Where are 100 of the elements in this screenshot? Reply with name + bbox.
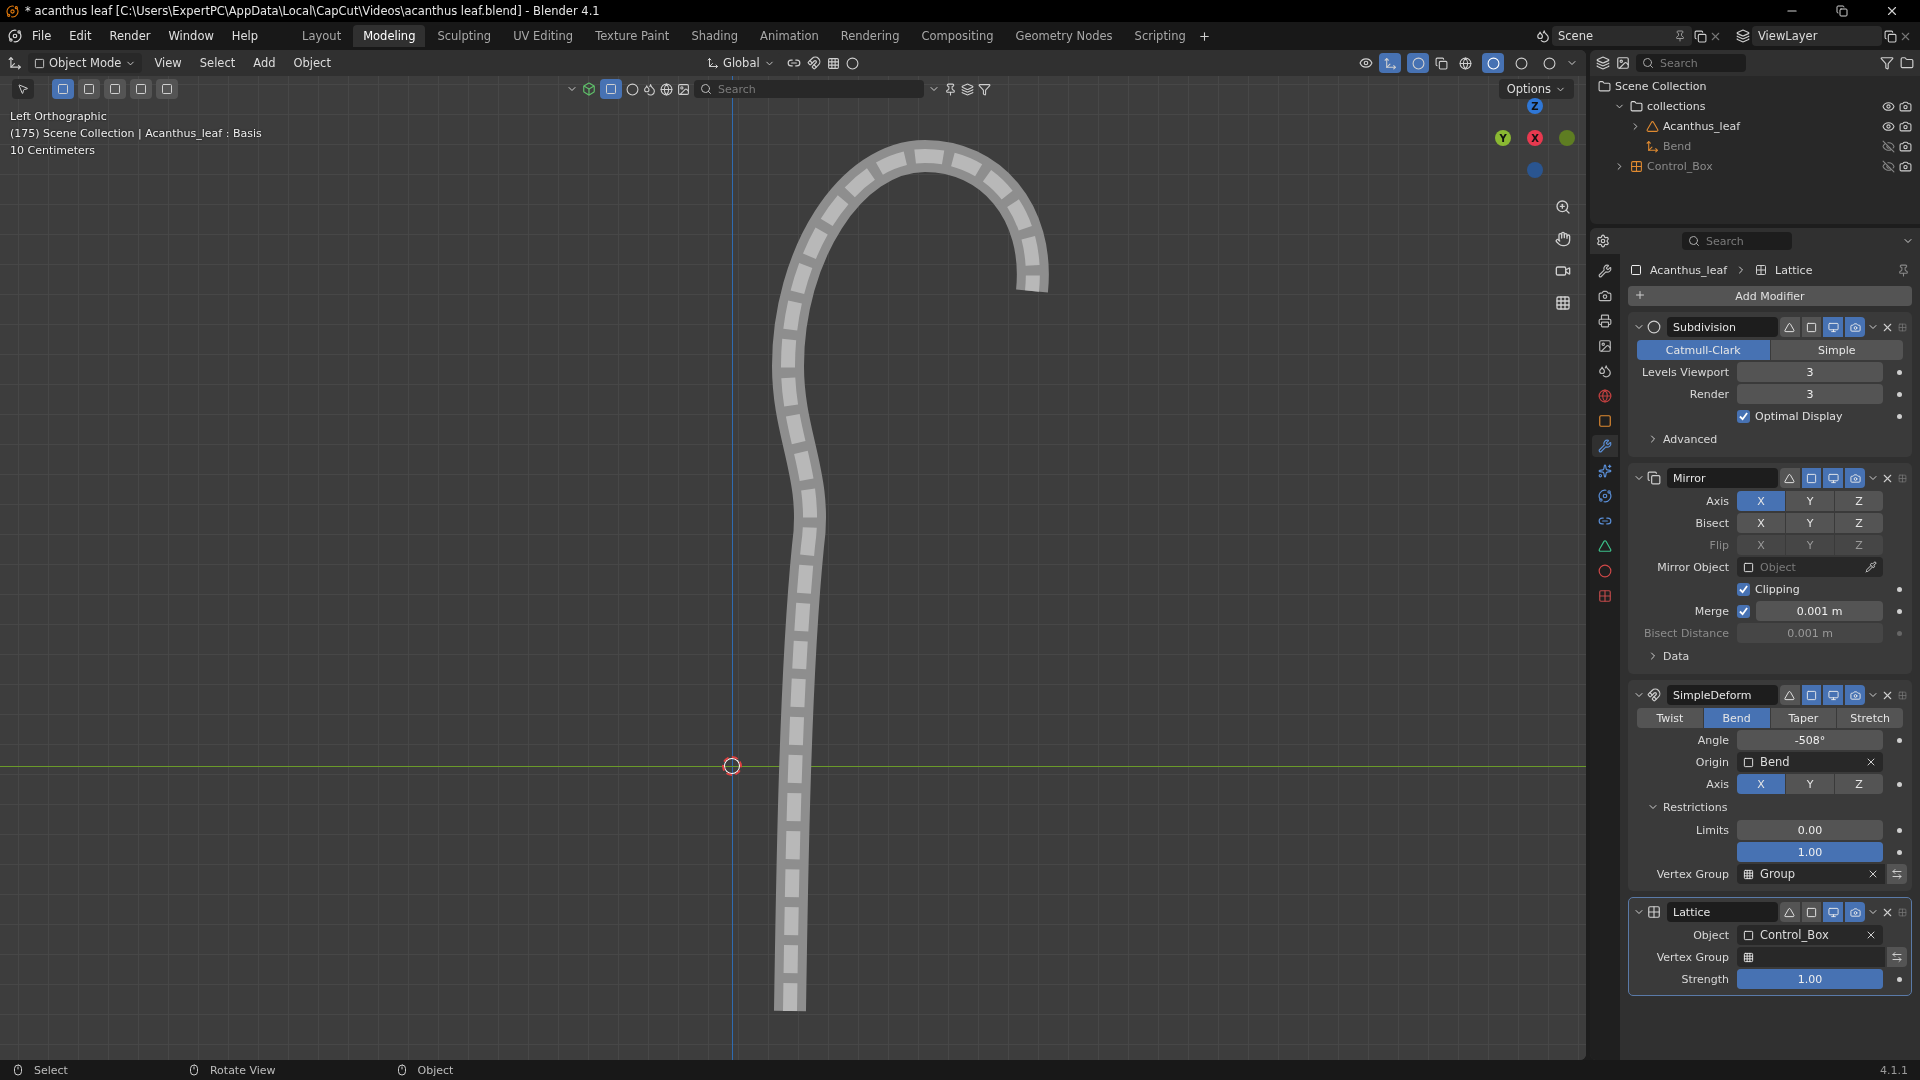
- keyframe-dot[interactable]: [1896, 369, 1902, 375]
- axis-handle[interactable]: X: [1527, 130, 1543, 146]
- toggle-option[interactable]: Stretch: [1837, 708, 1903, 728]
- select-mode-button[interactable]: [130, 79, 152, 99]
- checkbox[interactable]: Clipping: [1737, 582, 1883, 596]
- checkbox[interactable]: Optimal Display: [1737, 409, 1883, 423]
- toggle-option[interactable]: X: [1737, 513, 1786, 533]
- menu-item[interactable]: Edit: [61, 26, 100, 46]
- outliner-item[interactable]: Acanthus_leaf: [1663, 119, 1741, 133]
- axis-handle[interactable]: [1559, 130, 1575, 146]
- eye-icon[interactable]: [1882, 99, 1895, 113]
- object-field[interactable]: Object: [1737, 557, 1883, 577]
- workspace-tab[interactable]: Geometry Nodes: [1005, 25, 1123, 47]
- edit-mode-toggle[interactable]: [1801, 468, 1822, 488]
- keyframe-dot[interactable]: [1896, 586, 1902, 592]
- edit-mode-toggle[interactable]: [1801, 317, 1822, 337]
- filter-icon[interactable]: [978, 82, 991, 96]
- on-cage-toggle[interactable]: [1779, 685, 1800, 705]
- select-mode-button[interactable]: [52, 79, 74, 99]
- vertex-group-field[interactable]: [1737, 947, 1885, 967]
- viewport-toggle[interactable]: [1823, 317, 1844, 337]
- view-layer-field[interactable]: ViewLayer: [1752, 26, 1882, 46]
- solid-shading-button[interactable]: [1482, 53, 1504, 73]
- add-modifier-button[interactable]: Add Modifier: [1628, 286, 1912, 306]
- zoom-icon[interactable]: [1555, 199, 1571, 215]
- modifier-name-field[interactable]: Subdivision: [1667, 317, 1778, 337]
- invert-button[interactable]: [1887, 947, 1907, 967]
- grid-icon[interactable]: [1555, 295, 1571, 311]
- workspace-tab[interactable]: Modeling: [353, 25, 426, 47]
- number-field[interactable]: 0.001 m: [1756, 601, 1883, 621]
- mode-dropdown[interactable]: Object Mode: [28, 53, 143, 73]
- render-toggle[interactable]: [1845, 685, 1865, 705]
- keyframe-dot[interactable]: [1896, 827, 1902, 833]
- visibility-icon[interactable]: [1359, 56, 1373, 70]
- copy-icon[interactable]: [1694, 29, 1707, 43]
- toggle-option[interactable]: X: [1737, 774, 1786, 794]
- outliner-item[interactable]: collections: [1647, 99, 1706, 113]
- render-toggle[interactable]: [1845, 317, 1865, 337]
- toggle-option[interactable]: Twist: [1637, 708, 1704, 728]
- add-icon[interactable]: [1197, 29, 1211, 43]
- cube-icon[interactable]: [582, 82, 596, 96]
- eye-closed-icon[interactable]: [1882, 159, 1895, 173]
- scene-field[interactable]: Scene: [1552, 26, 1692, 46]
- number-field[interactable]: 3: [1737, 384, 1883, 404]
- filter-button[interactable]: [600, 79, 622, 99]
- camera-icon[interactable]: [1899, 139, 1912, 153]
- outliner-item[interactable]: Scene Collection: [1615, 79, 1707, 93]
- camera-icon[interactable]: [1899, 119, 1912, 133]
- render-toggle[interactable]: [1845, 902, 1865, 922]
- properties-tab[interactable]: [1592, 435, 1618, 457]
- workspace-tab[interactable]: Sculpting: [427, 25, 502, 47]
- restore-icon[interactable]: [1836, 5, 1848, 17]
- on-cage-toggle[interactable]: [1779, 468, 1800, 488]
- invert-button[interactable]: [1887, 864, 1907, 884]
- sphere-icon[interactable]: [626, 82, 639, 96]
- search-field[interactable]: Search: [694, 80, 924, 98]
- workspace-tab[interactable]: UV Editing: [503, 25, 584, 47]
- outliner-item[interactable]: Bend: [1663, 139, 1692, 153]
- subpanel-header[interactable]: Advanced: [1633, 428, 1907, 450]
- keyframe-dot[interactable]: [1896, 608, 1902, 614]
- on-cage-toggle[interactable]: [1779, 317, 1800, 337]
- toggle-option[interactable]: Simple: [1770, 340, 1903, 360]
- modifier-name-field[interactable]: Lattice: [1667, 902, 1778, 922]
- menu-item[interactable]: Object: [287, 54, 337, 72]
- toggle-option[interactable]: Y: [1786, 774, 1835, 794]
- toggle-option[interactable]: X: [1737, 491, 1786, 511]
- close-icon[interactable]: [1885, 4, 1899, 18]
- select-mode-button[interactable]: [156, 79, 178, 99]
- keyframe-dot[interactable]: [1896, 391, 1902, 397]
- outliner-item[interactable]: Control_Box: [1647, 159, 1713, 173]
- magnet-icon[interactable]: [806, 56, 821, 70]
- toggle-option[interactable]: Y: [1786, 513, 1835, 533]
- eye-closed-icon[interactable]: [1882, 139, 1895, 153]
- keyframe-dot[interactable]: [1896, 976, 1902, 982]
- toggle-option[interactable]: Z: [1835, 774, 1883, 794]
- search-field[interactable]: Search: [1682, 232, 1792, 250]
- number-field[interactable]: 3: [1737, 362, 1883, 382]
- keyframe-dot[interactable]: [1896, 849, 1902, 855]
- viewport-toggle[interactable]: [1823, 468, 1844, 488]
- gizmo-toggle[interactable]: [1379, 53, 1401, 73]
- workspace-tab[interactable]: Shading: [681, 25, 749, 47]
- subpanel-header[interactable]: Data: [1633, 645, 1907, 667]
- slider-field[interactable]: 1.00: [1737, 969, 1883, 989]
- object-field[interactable]: Bend: [1737, 752, 1883, 772]
- keyframe-dot[interactable]: [1896, 781, 1902, 787]
- select-tool-button[interactable]: [12, 79, 34, 99]
- camera-icon[interactable]: [1899, 99, 1912, 113]
- camera-icon[interactable]: [1555, 263, 1571, 279]
- workspace-tab[interactable]: Compositing: [911, 25, 1004, 47]
- filter-icon[interactable]: [1880, 56, 1894, 70]
- axis-handle[interactable]: Z: [1527, 98, 1543, 114]
- workspace-tab[interactable]: Scripting: [1124, 25, 1196, 47]
- render-toggle[interactable]: [1845, 468, 1865, 488]
- toggle-option[interactable]: Y: [1786, 491, 1835, 511]
- menu-item[interactable]: Add: [247, 54, 282, 72]
- toggle-option[interactable]: Z: [1835, 513, 1883, 533]
- workspace-tab[interactable]: Animation: [750, 25, 829, 47]
- vertex-group-field[interactable]: Group: [1737, 864, 1885, 884]
- toggle-option[interactable]: Catmull-Clark: [1637, 340, 1771, 360]
- modifier-name-field[interactable]: Mirror: [1667, 468, 1778, 488]
